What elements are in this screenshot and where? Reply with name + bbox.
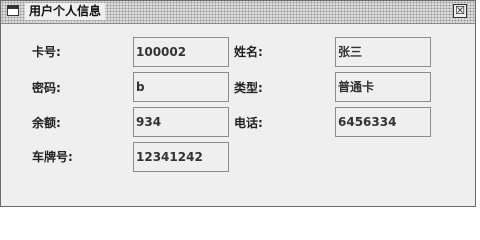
plate-number-label: 车牌号: xyxy=(32,150,73,164)
close-button[interactable]: ☒ xyxy=(453,4,467,18)
type-label: 类型: xyxy=(234,81,263,95)
balance-label: 余额: xyxy=(32,116,61,130)
card-number-field[interactable]: 100002 xyxy=(133,37,229,67)
name-field[interactable]: 张三 xyxy=(335,37,431,67)
card-number-label: 卡号: xyxy=(32,45,61,59)
title-bar[interactable]: 用户个人信息 ☒ xyxy=(1,1,475,24)
user-info-window: 用户个人信息 ☒ 卡号: 100002 姓名: 张三 密码: b 类型: 普通卡… xyxy=(0,0,476,207)
balance-field[interactable]: 934 xyxy=(133,107,229,137)
name-label: 姓名: xyxy=(234,45,263,59)
password-field[interactable]: b xyxy=(133,72,229,102)
password-label: 密码: xyxy=(32,81,61,95)
phone-label: 电话: xyxy=(234,116,263,130)
phone-field[interactable]: 6456334 xyxy=(335,107,431,137)
plate-number-field[interactable]: 12341242 xyxy=(133,142,229,172)
window-title: 用户个人信息 xyxy=(25,3,106,20)
type-field[interactable]: 普通卡 xyxy=(335,72,431,102)
close-icon: ☒ xyxy=(455,4,465,17)
window-icon xyxy=(7,5,19,16)
